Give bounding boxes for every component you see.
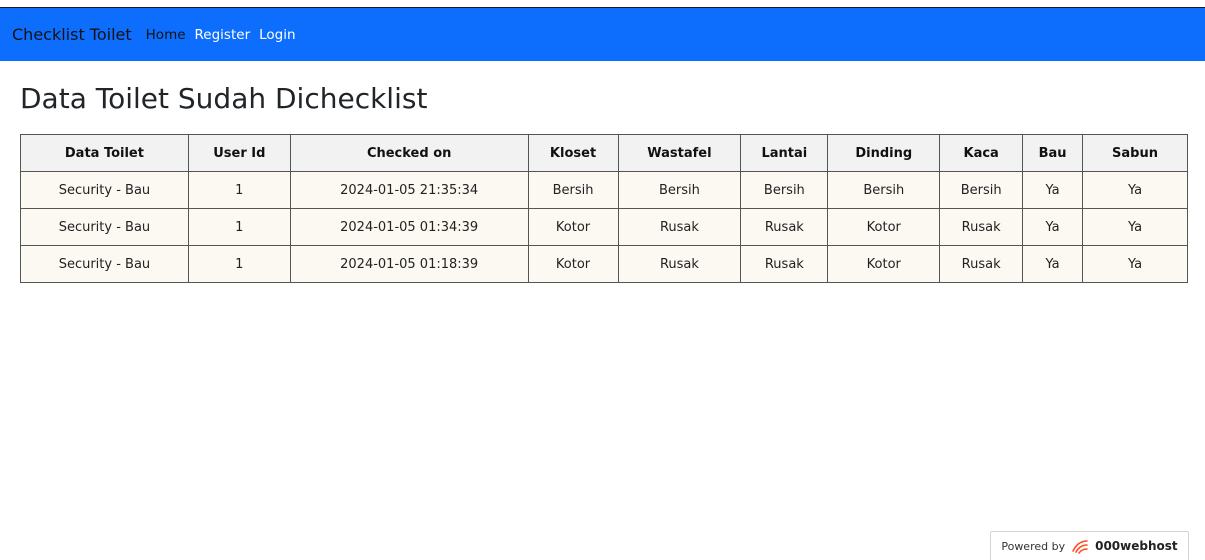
000webhost-logo-icon [1070,538,1090,554]
table-row: Security - Bau 1 2024-01-05 01:18:39 Kot… [20,245,1188,283]
cell-kaca: Bersih [939,171,1024,209]
cell-kloset: Kotor [527,208,619,246]
table-header-row: Data Toilet User Id Checked on Kloset Wa… [20,134,1188,172]
col-header-sabun: Sabun [1082,134,1188,172]
powered-by-label: Powered by [1001,539,1066,553]
cell-wastafel: Rusak [617,208,742,246]
cell-data-toilet: Security - Bau [20,171,189,209]
cell-data-toilet: Security - Bau [20,208,189,246]
cell-wastafel: Bersih [617,171,742,209]
checklist-table: Data Toilet User Id Checked on Kloset Wa… [20,134,1188,283]
col-header-bau: Bau [1022,134,1084,172]
col-header-dinding: Dinding [827,134,941,172]
table-row: Security - Bau 1 2024-01-05 21:35:34 Ber… [20,171,1188,209]
navbar-brand[interactable]: Checklist Toilet [12,25,132,44]
navbar: Checklist Toilet Home Register Login [0,7,1205,61]
cell-kloset: Kotor [527,245,619,283]
cell-sabun: Ya [1082,171,1188,209]
col-header-user-id: User Id [187,134,291,172]
col-header-kloset: Kloset [527,134,619,172]
cell-dinding: Kotor [827,208,941,246]
cell-kloset: Bersih [527,171,619,209]
cell-wastafel: Rusak [617,245,742,283]
cell-user-id: 1 [187,245,291,283]
nav-link-home[interactable]: Home [146,27,186,43]
cell-kaca: Rusak [939,208,1024,246]
cell-user-id: 1 [187,208,291,246]
cell-bau: Ya [1022,245,1084,283]
cell-bau: Ya [1022,171,1084,209]
cell-lantai: Rusak [740,245,829,283]
cell-checked-on: 2024-01-05 21:35:34 [289,171,529,209]
cell-lantai: Rusak [740,208,829,246]
cell-dinding: Bersih [827,171,941,209]
powered-by-badge[interactable]: Powered by 000webhost [990,531,1189,560]
page-title: Data Toilet Sudah Dichecklist [20,82,428,115]
col-header-checked-on: Checked on [289,134,529,172]
col-header-data-toilet: Data Toilet [20,134,189,172]
cell-checked-on: 2024-01-05 01:18:39 [289,245,529,283]
col-header-wastafel: Wastafel [617,134,742,172]
powered-by-brand: 000webhost [1095,539,1178,553]
col-header-kaca: Kaca [939,134,1024,172]
table-row: Security - Bau 1 2024-01-05 01:34:39 Kot… [20,208,1188,246]
cell-data-toilet: Security - Bau [20,245,189,283]
cell-kaca: Rusak [939,245,1024,283]
col-header-lantai: Lantai [740,134,829,172]
cell-sabun: Ya [1082,245,1188,283]
cell-user-id: 1 [187,171,291,209]
cell-dinding: Kotor [827,245,941,283]
cell-lantai: Bersih [740,171,829,209]
cell-checked-on: 2024-01-05 01:34:39 [289,208,529,246]
nav-link-register[interactable]: Register [195,27,251,43]
cell-sabun: Ya [1082,208,1188,246]
cell-bau: Ya [1022,208,1084,246]
nav-link-login[interactable]: Login [259,27,295,43]
